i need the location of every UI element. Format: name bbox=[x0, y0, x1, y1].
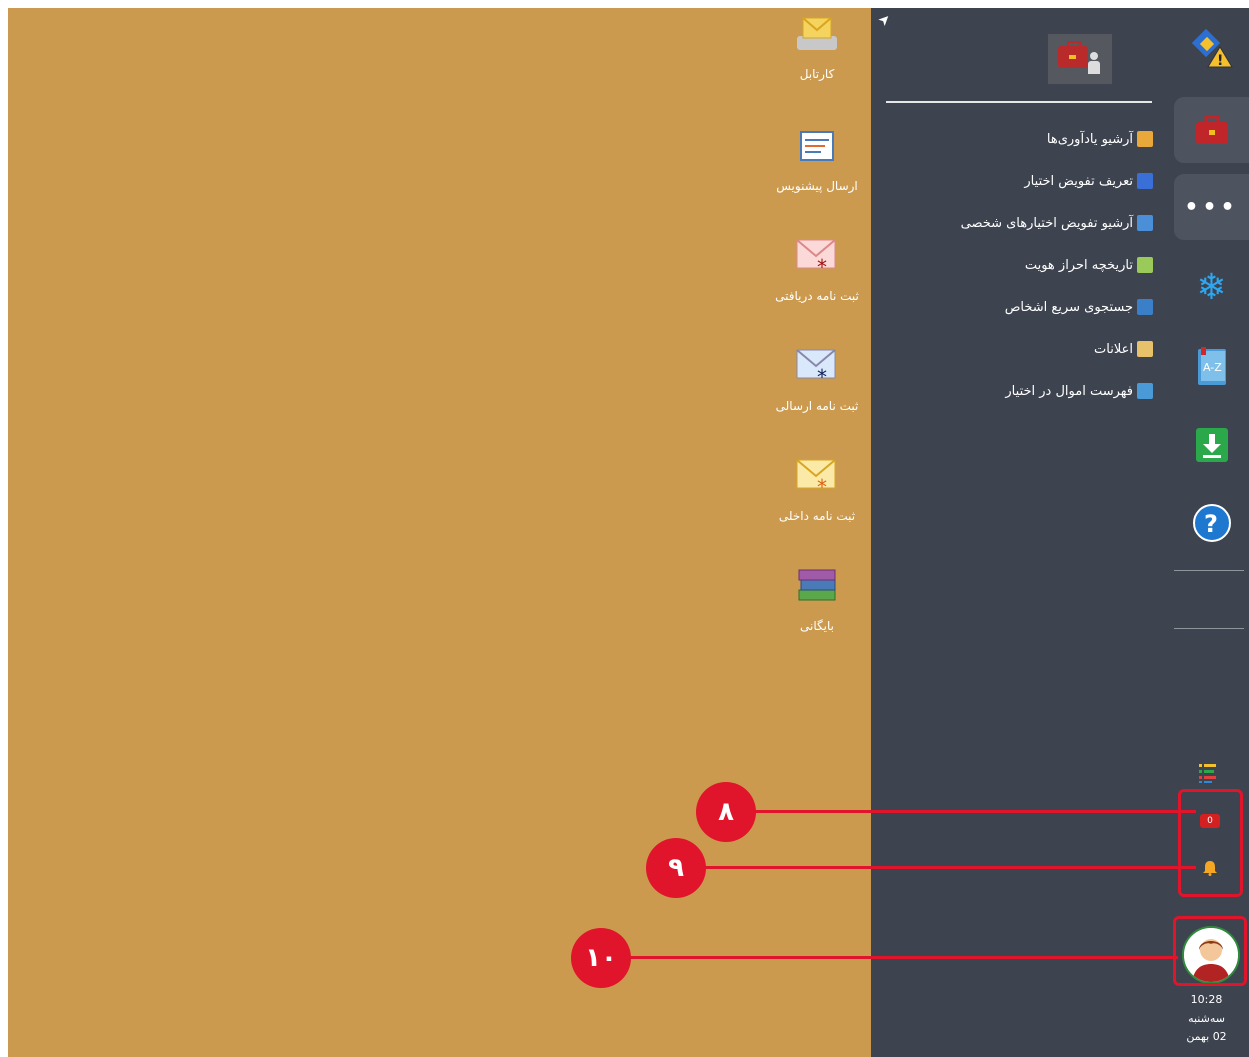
archive-books-icon bbox=[798, 569, 836, 601]
callout-badge-9: ۹ bbox=[646, 838, 706, 898]
logo-warning-icon: ! bbox=[1191, 28, 1233, 69]
menu-item-reminder-archive[interactable]: آرشیو یادآوری‌ها bbox=[871, 118, 1153, 160]
menu-item-announcements[interactable]: اعلانات bbox=[871, 328, 1153, 370]
briefcase-person-icon bbox=[1048, 34, 1112, 84]
auth-history-icon bbox=[1137, 257, 1153, 273]
callout-box-avatar bbox=[1173, 916, 1247, 986]
clock-time: 10:28 bbox=[1190, 993, 1223, 1006]
svg-text:*: * bbox=[817, 255, 827, 276]
callout-line-8 bbox=[750, 810, 1196, 813]
rail-help[interactable]: ? bbox=[1174, 490, 1249, 556]
menu-item-label: آرشیو تفویض اختیارهای شخصی bbox=[960, 215, 1133, 231]
assets-list-icon bbox=[1137, 383, 1153, 399]
menu-item-auth-history[interactable]: تاریخچه احراز هویت bbox=[871, 244, 1153, 286]
desktop-icon-label: ثبت نامه دریافتی bbox=[775, 289, 859, 303]
rail-separator bbox=[1174, 628, 1244, 629]
reminder-archive-icon bbox=[1137, 131, 1153, 147]
menu-item-label: آرشیو یادآوری‌ها bbox=[1046, 131, 1133, 147]
menu-item-delegation[interactable]: تعریف تفویض اختیار bbox=[871, 160, 1153, 202]
svg-text:?: ? bbox=[1204, 510, 1218, 538]
sent-letter-icon: * bbox=[796, 349, 836, 386]
more-dots-icon: ••• bbox=[1184, 194, 1239, 220]
desktop-icon-archive[interactable]: بایگانی bbox=[772, 566, 862, 636]
svg-text:*: * bbox=[817, 475, 827, 496]
desktop-icon-label: ثبت نامه داخلی bbox=[778, 509, 856, 523]
svg-text:!: ! bbox=[1217, 53, 1223, 69]
svg-text:*: * bbox=[817, 365, 827, 386]
menu-item-label: فهرست اموال در اختیار bbox=[1005, 383, 1133, 399]
menu-item-label: جستجوی سریع اشخاص bbox=[1004, 299, 1133, 315]
desktop-icon-label: ارسال پیشنویس bbox=[776, 179, 858, 193]
panel-divider bbox=[886, 101, 1152, 103]
rail-dictionary[interactable]: A-Z bbox=[1174, 334, 1249, 400]
desktop-area: کارتابل ارسال پیشنویس * ثبت نامه دریافتی… bbox=[8, 8, 872, 1057]
callout-badge-10: ۱۰ bbox=[571, 928, 631, 988]
svg-text:A-Z: A-Z bbox=[1203, 361, 1222, 374]
rail-download[interactable] bbox=[1174, 412, 1249, 478]
callout-line-9 bbox=[700, 866, 1196, 869]
desktop-icon-sent-letter[interactable]: * ثبت نامه ارسالی bbox=[772, 346, 862, 416]
task-list-icon[interactable] bbox=[1198, 762, 1218, 784]
received-letter-icon: * bbox=[796, 239, 836, 276]
rail-logo-warning[interactable]: ! bbox=[1174, 16, 1249, 82]
draft-send-icon bbox=[800, 131, 834, 161]
menu-item-label: تاریخچه احراز هویت bbox=[1024, 257, 1133, 273]
announcement-icon bbox=[1137, 341, 1153, 357]
rail-separator bbox=[1174, 570, 1244, 571]
clock-weekday: سه‌شنبه bbox=[1188, 1012, 1225, 1025]
briefcase-icon bbox=[1195, 115, 1228, 144]
app-rail: ! ••• ❄ A-Z ? bbox=[1164, 8, 1249, 1057]
menu-item-label: تعریف تفویض اختیار bbox=[1024, 173, 1133, 189]
delegation-archive-icon bbox=[1137, 215, 1153, 231]
callout-badge-8: ۸ bbox=[696, 782, 756, 842]
desktop-icon-kartabl[interactable]: کارتابل bbox=[772, 14, 862, 84]
menu-item-delegation-archive[interactable]: آرشیو تفویض اختیارهای شخصی bbox=[871, 202, 1153, 244]
desktop-icon-internal-letter[interactable]: * ثبت نامه داخلی bbox=[772, 456, 862, 526]
internal-letter-icon: * bbox=[796, 459, 836, 496]
delegation-icon bbox=[1137, 173, 1153, 189]
pin-icon[interactable]: ➤ bbox=[875, 10, 895, 30]
callout-box-notifications bbox=[1178, 789, 1243, 897]
desktop-icon-label: بایگانی bbox=[800, 619, 834, 633]
personal-panel: ➤ آرشیو یادآوری‌ها تعریف تفویض اختیار آر… bbox=[871, 8, 1164, 1057]
help-icon: ? bbox=[1192, 504, 1231, 542]
envelope-tray-icon bbox=[797, 17, 837, 50]
desktop-icon-draft-send[interactable]: ارسال پیشنویس bbox=[772, 126, 862, 196]
desktop-icon-received-letter[interactable]: * ثبت نامه دریافتی bbox=[772, 236, 862, 306]
clock-date: 02 بهمن bbox=[1186, 1030, 1227, 1043]
menu-item-assets-list[interactable]: فهرست اموال در اختیار bbox=[871, 370, 1153, 412]
desktop-icon-label: ثبت نامه ارسالی bbox=[775, 399, 859, 413]
rail-more[interactable]: ••• bbox=[1174, 174, 1249, 240]
download-icon bbox=[1195, 428, 1228, 462]
menu-item-label: اعلانات bbox=[1094, 341, 1133, 357]
snowflake-icon: ❄ bbox=[1196, 266, 1227, 308]
menu-item-person-search[interactable]: جستجوی سریع اشخاص bbox=[871, 286, 1153, 328]
callout-line-10 bbox=[625, 956, 1178, 959]
rail-snowflake[interactable]: ❄ bbox=[1174, 254, 1249, 320]
desktop-icon-label: کارتابل bbox=[799, 67, 835, 81]
person-search-icon bbox=[1137, 299, 1153, 315]
panel-menu: آرشیو یادآوری‌ها تعریف تفویض اختیار آرشی… bbox=[871, 118, 1153, 412]
dictionary-az-icon: A-Z bbox=[1197, 347, 1226, 385]
rail-briefcase[interactable] bbox=[1174, 97, 1249, 163]
